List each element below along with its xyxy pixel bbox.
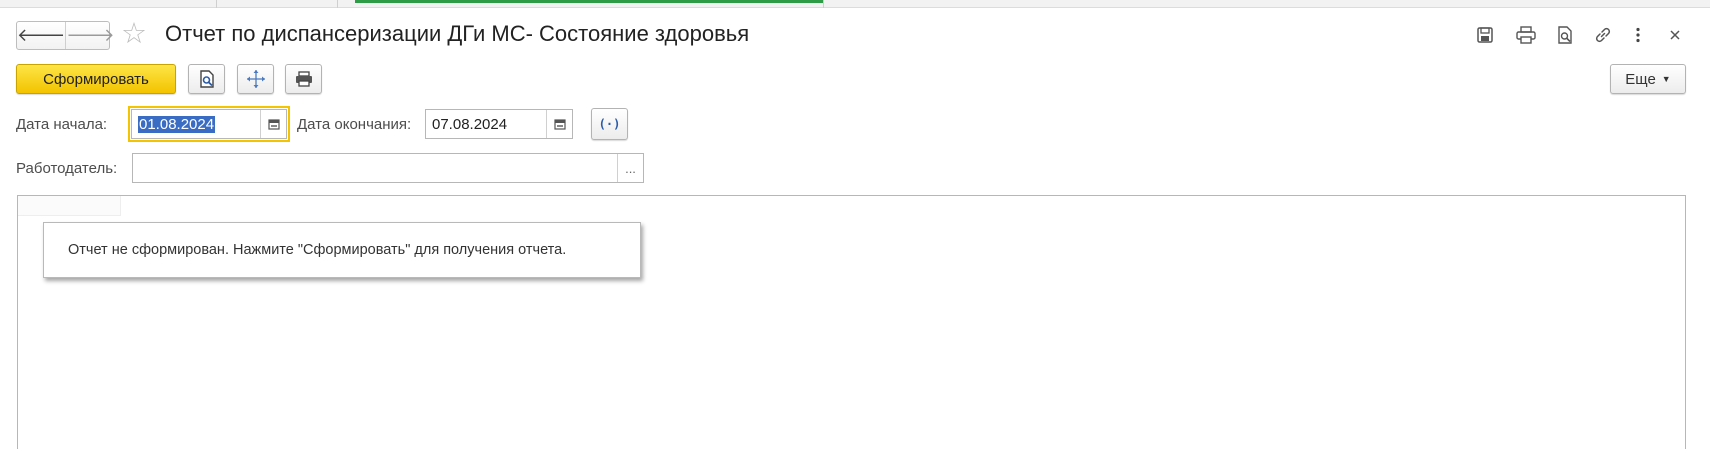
page-title: Отчет по диспансеризации ДГи МС- Состоян… xyxy=(165,21,750,46)
preview-icon[interactable] xyxy=(1554,24,1576,46)
print-button[interactable] xyxy=(285,64,322,94)
more-vertical-icon[interactable] xyxy=(1627,24,1649,46)
generate-button[interactable]: Сформировать xyxy=(16,64,176,94)
preview-icon xyxy=(199,70,214,88)
tab-separator xyxy=(337,0,338,8)
employer-select-button[interactable]: ... xyxy=(617,154,643,182)
close-icon[interactable] xyxy=(1664,24,1686,46)
arrow-right-icon: 🡒 xyxy=(66,25,115,46)
end-date-label: Дата окончания: xyxy=(297,116,412,133)
calendar-icon xyxy=(553,119,566,130)
back-button[interactable]: 🡐 xyxy=(17,22,65,49)
end-date-value: 07.08.2024 xyxy=(432,115,508,133)
tab-separator xyxy=(823,0,824,8)
active-tab-indicator[interactable] xyxy=(355,0,823,3)
calendar-button[interactable] xyxy=(260,110,286,138)
calendar-icon xyxy=(267,119,280,130)
report-not-generated-notice: Отчет не сформирован. Нажмите "Сформиров… xyxy=(43,222,641,278)
print-icon[interactable] xyxy=(1515,24,1537,46)
employer-label: Работодатель: xyxy=(16,160,118,177)
start-date-field[interactable]: 01.08.2024 xyxy=(128,106,290,142)
more-button-label: Еще xyxy=(1625,70,1656,88)
calendar-button[interactable] xyxy=(546,110,572,138)
chevron-down-icon: ▼ xyxy=(1661,74,1671,84)
start-date-value: 01.08.2024 xyxy=(138,115,216,133)
navigation-buttons: 🡐 🡒 xyxy=(16,21,115,50)
tab-strip xyxy=(0,0,1710,8)
move-button[interactable] xyxy=(237,64,274,94)
employer-field[interactable]: ... xyxy=(132,153,644,183)
end-date-field[interactable]: 07.08.2024 xyxy=(425,109,573,139)
period-select-icon: (·) xyxy=(598,117,621,131)
start-date-label: Дата начала: xyxy=(16,116,108,133)
link-icon[interactable] xyxy=(1592,24,1614,46)
preview-button[interactable] xyxy=(188,64,225,94)
employer-input[interactable] xyxy=(133,154,617,182)
save-icon[interactable] xyxy=(1474,24,1496,46)
period-select-button[interactable]: (·) xyxy=(591,108,628,140)
forward-button[interactable]: 🡒 xyxy=(65,22,115,49)
print-icon xyxy=(295,71,312,87)
tab-separator xyxy=(216,0,217,8)
star-icon[interactable]: ☆ xyxy=(121,19,147,48)
arrow-left-icon: 🡐 xyxy=(17,25,66,46)
move-icon xyxy=(246,70,265,88)
report-header-cell xyxy=(18,196,121,216)
more-button[interactable]: Еще ▼ xyxy=(1610,64,1686,94)
